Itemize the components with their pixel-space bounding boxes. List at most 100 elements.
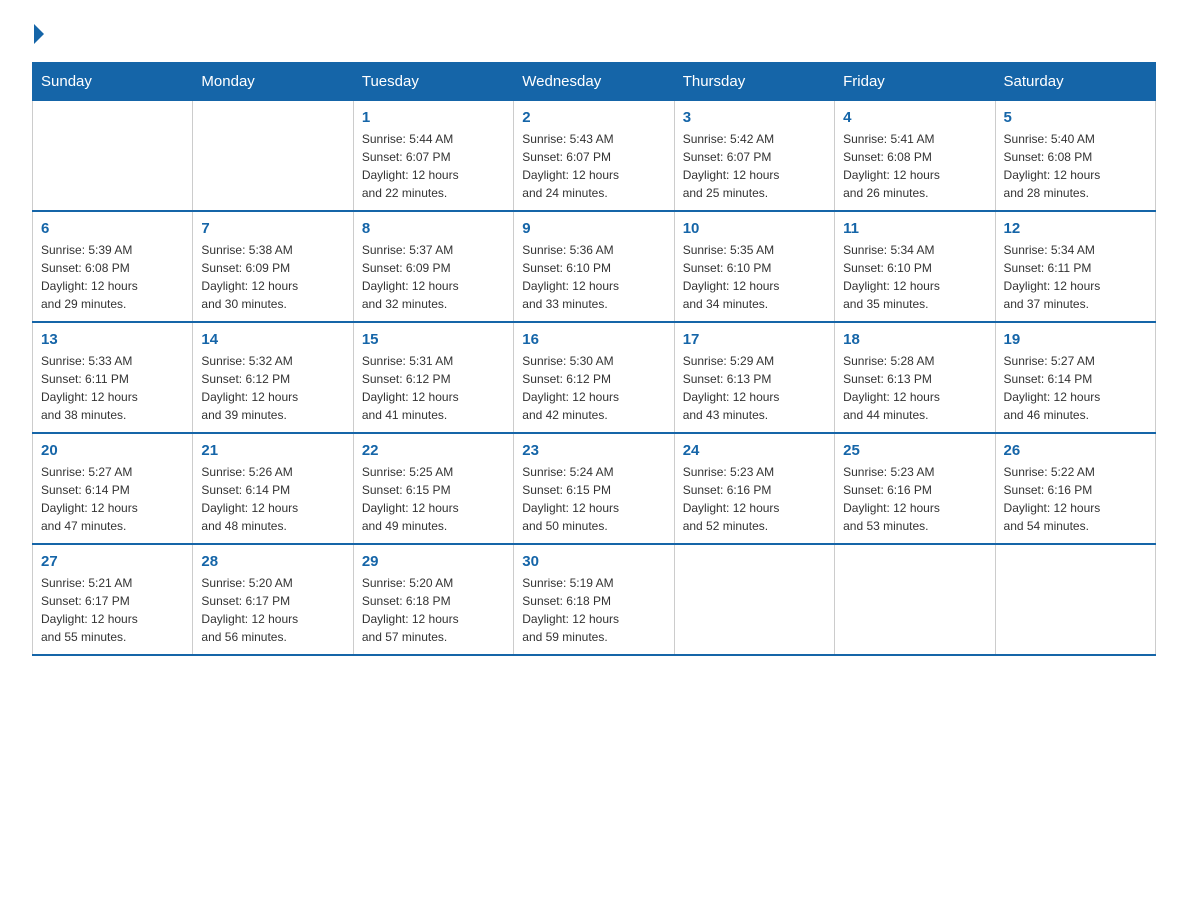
calendar-cell — [995, 544, 1155, 655]
day-number: 17 — [683, 331, 826, 348]
day-info: Sunrise: 5:37 AM Sunset: 6:09 PM Dayligh… — [362, 241, 505, 313]
calendar-cell: 7 Sunrise: 5:38 AM Sunset: 6:09 PM Daylig… — [193, 211, 353, 322]
day-number: 25 — [843, 442, 986, 459]
day-info: Sunrise: 5:20 AM Sunset: 6:18 PM Dayligh… — [362, 574, 505, 646]
day-info: Sunrise: 5:26 AM Sunset: 6:14 PM Dayligh… — [201, 463, 344, 535]
calendar-cell: 4 Sunrise: 5:41 AM Sunset: 6:08 PM Daylig… — [835, 101, 995, 212]
day-info: Sunrise: 5:27 AM Sunset: 6:14 PM Dayligh… — [41, 463, 184, 535]
calendar-week-4: 20 Sunrise: 5:27 AM Sunset: 6:14 PM Dayli… — [33, 433, 1156, 544]
day-number: 4 — [843, 109, 986, 126]
calendar-body: 1Sunrise: 5:44 AM Sunset: 6:07 PM Daylig… — [33, 101, 1156, 656]
day-info: Sunrise: 5:41 AM Sunset: 6:08 PM Dayligh… — [843, 130, 986, 202]
calendar-cell: 1Sunrise: 5:44 AM Sunset: 6:07 PM Daylig… — [353, 101, 513, 212]
calendar-cell: 2 Sunrise: 5:43 AM Sunset: 6:07 PM Daylig… — [514, 101, 674, 212]
day-number: 7 — [201, 220, 344, 237]
day-info: Sunrise: 5:42 AM Sunset: 6:07 PM Dayligh… — [683, 130, 826, 202]
day-number: 21 — [201, 442, 344, 459]
calendar-cell: 5 Sunrise: 5:40 AM Sunset: 6:08 PM Daylig… — [995, 101, 1155, 212]
calendar-cell: 13Sunrise: 5:33 AM Sunset: 6:11 PM Dayli… — [33, 322, 193, 433]
calendar-cell: 22Sunrise: 5:25 AM Sunset: 6:15 PM Dayli… — [353, 433, 513, 544]
day-info: Sunrise: 5:30 AM Sunset: 6:12 PM Dayligh… — [522, 352, 665, 424]
calendar-cell: 28Sunrise: 5:20 AM Sunset: 6:17 PM Dayli… — [193, 544, 353, 655]
day-number: 13 — [41, 331, 184, 348]
calendar-cell: 11 Sunrise: 5:34 AM Sunset: 6:10 PM Dayli… — [835, 211, 995, 322]
header-cell-friday: Friday — [835, 63, 995, 101]
day-number: 20 — [41, 442, 184, 459]
calendar-header: SundayMondayTuesdayWednesdayThursdayFrid… — [33, 63, 1156, 101]
day-info: Sunrise: 5:19 AM Sunset: 6:18 PM Dayligh… — [522, 574, 665, 646]
calendar-cell: 27 Sunrise: 5:21 AM Sunset: 6:17 PM Dayli… — [33, 544, 193, 655]
day-info: Sunrise: 5:36 AM Sunset: 6:10 PM Dayligh… — [522, 241, 665, 313]
calendar-table: SundayMondayTuesdayWednesdayThursdayFrid… — [32, 62, 1156, 656]
calendar-week-1: 1Sunrise: 5:44 AM Sunset: 6:07 PM Daylig… — [33, 101, 1156, 212]
calendar-cell: 12Sunrise: 5:34 AM Sunset: 6:11 PM Dayli… — [995, 211, 1155, 322]
calendar-cell: 15 Sunrise: 5:31 AM Sunset: 6:12 PM Dayli… — [353, 322, 513, 433]
day-info: Sunrise: 5:34 AM Sunset: 6:10 PM Dayligh… — [843, 241, 986, 313]
page-header — [32, 24, 1156, 44]
header-cell-saturday: Saturday — [995, 63, 1155, 101]
day-number: 2 — [522, 109, 665, 126]
day-info: Sunrise: 5:23 AM Sunset: 6:16 PM Dayligh… — [843, 463, 986, 535]
day-info: Sunrise: 5:24 AM Sunset: 6:15 PM Dayligh… — [522, 463, 665, 535]
day-info: Sunrise: 5:20 AM Sunset: 6:17 PM Dayligh… — [201, 574, 344, 646]
calendar-week-3: 13Sunrise: 5:33 AM Sunset: 6:11 PM Dayli… — [33, 322, 1156, 433]
calendar-cell — [193, 101, 353, 212]
calendar-cell: 20 Sunrise: 5:27 AM Sunset: 6:14 PM Dayli… — [33, 433, 193, 544]
day-info: Sunrise: 5:38 AM Sunset: 6:09 PM Dayligh… — [201, 241, 344, 313]
day-number: 19 — [1004, 331, 1147, 348]
day-info: Sunrise: 5:22 AM Sunset: 6:16 PM Dayligh… — [1004, 463, 1147, 535]
day-number: 15 — [362, 331, 505, 348]
day-info: Sunrise: 5:21 AM Sunset: 6:17 PM Dayligh… — [41, 574, 184, 646]
calendar-cell: 18 Sunrise: 5:28 AM Sunset: 6:13 PM Dayli… — [835, 322, 995, 433]
day-info: Sunrise: 5:23 AM Sunset: 6:16 PM Dayligh… — [683, 463, 826, 535]
day-number: 11 — [843, 220, 986, 237]
calendar-cell: 24 Sunrise: 5:23 AM Sunset: 6:16 PM Dayli… — [674, 433, 834, 544]
header-cell-wednesday: Wednesday — [514, 63, 674, 101]
day-info: Sunrise: 5:28 AM Sunset: 6:13 PM Dayligh… — [843, 352, 986, 424]
header-cell-monday: Monday — [193, 63, 353, 101]
calendar-cell: 10 Sunrise: 5:35 AM Sunset: 6:10 PM Dayli… — [674, 211, 834, 322]
calendar-week-5: 27 Sunrise: 5:21 AM Sunset: 6:17 PM Dayli… — [33, 544, 1156, 655]
calendar-cell: 17 Sunrise: 5:29 AM Sunset: 6:13 PM Dayli… — [674, 322, 834, 433]
day-number: 5 — [1004, 109, 1147, 126]
calendar-week-2: 6 Sunrise: 5:39 AM Sunset: 6:08 PM Daylig… — [33, 211, 1156, 322]
calendar-cell: 25 Sunrise: 5:23 AM Sunset: 6:16 PM Dayli… — [835, 433, 995, 544]
header-cell-thursday: Thursday — [674, 63, 834, 101]
day-info: Sunrise: 5:40 AM Sunset: 6:08 PM Dayligh… — [1004, 130, 1147, 202]
calendar-cell — [835, 544, 995, 655]
day-number: 22 — [362, 442, 505, 459]
calendar-cell: 26 Sunrise: 5:22 AM Sunset: 6:16 PM Dayli… — [995, 433, 1155, 544]
logo — [32, 24, 46, 44]
calendar-cell: 9 Sunrise: 5:36 AM Sunset: 6:10 PM Daylig… — [514, 211, 674, 322]
calendar-cell: 30Sunrise: 5:19 AM Sunset: 6:18 PM Dayli… — [514, 544, 674, 655]
calendar-cell: 14Sunrise: 5:32 AM Sunset: 6:12 PM Dayli… — [193, 322, 353, 433]
day-info: Sunrise: 5:39 AM Sunset: 6:08 PM Dayligh… — [41, 241, 184, 313]
day-number: 16 — [522, 331, 665, 348]
day-number: 10 — [683, 220, 826, 237]
calendar-cell — [33, 101, 193, 212]
day-info: Sunrise: 5:31 AM Sunset: 6:12 PM Dayligh… — [362, 352, 505, 424]
day-info: Sunrise: 5:27 AM Sunset: 6:14 PM Dayligh… — [1004, 352, 1147, 424]
day-info: Sunrise: 5:35 AM Sunset: 6:10 PM Dayligh… — [683, 241, 826, 313]
day-info: Sunrise: 5:43 AM Sunset: 6:07 PM Dayligh… — [522, 130, 665, 202]
day-number: 23 — [522, 442, 665, 459]
day-number: 8 — [362, 220, 505, 237]
day-number: 24 — [683, 442, 826, 459]
day-number: 18 — [843, 331, 986, 348]
day-number: 3 — [683, 109, 826, 126]
day-info: Sunrise: 5:29 AM Sunset: 6:13 PM Dayligh… — [683, 352, 826, 424]
day-info: Sunrise: 5:32 AM Sunset: 6:12 PM Dayligh… — [201, 352, 344, 424]
day-number: 6 — [41, 220, 184, 237]
day-number: 26 — [1004, 442, 1147, 459]
day-number: 29 — [362, 553, 505, 570]
day-info: Sunrise: 5:44 AM Sunset: 6:07 PM Dayligh… — [362, 130, 505, 202]
calendar-cell: 3 Sunrise: 5:42 AM Sunset: 6:07 PM Daylig… — [674, 101, 834, 212]
calendar-cell: 6 Sunrise: 5:39 AM Sunset: 6:08 PM Daylig… — [33, 211, 193, 322]
day-number: 27 — [41, 553, 184, 570]
day-info: Sunrise: 5:34 AM Sunset: 6:11 PM Dayligh… — [1004, 241, 1147, 313]
calendar-cell: 19 Sunrise: 5:27 AM Sunset: 6:14 PM Dayli… — [995, 322, 1155, 433]
calendar-cell: 16 Sunrise: 5:30 AM Sunset: 6:12 PM Dayli… — [514, 322, 674, 433]
header-row: SundayMondayTuesdayWednesdayThursdayFrid… — [33, 63, 1156, 101]
calendar-cell: 23 Sunrise: 5:24 AM Sunset: 6:15 PM Dayli… — [514, 433, 674, 544]
day-number: 9 — [522, 220, 665, 237]
